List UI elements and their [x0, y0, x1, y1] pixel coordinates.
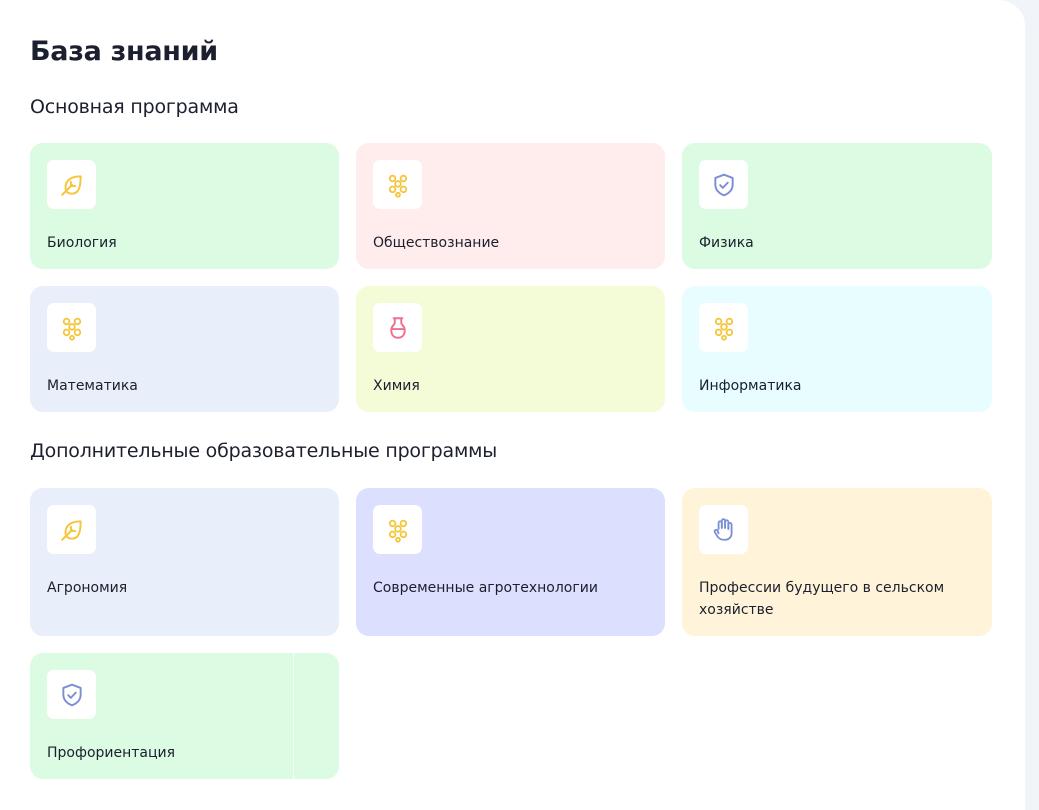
card-label: Химия [373, 378, 420, 394]
shield-check-icon [47, 670, 96, 719]
flask-icon [373, 303, 422, 352]
additional-program-grid: Агрономия Современные агротехнологии Про… [30, 488, 992, 779]
hand-icon [699, 505, 748, 554]
card-label: Современные агротехнологии [373, 580, 598, 596]
card-math[interactable]: Математика [30, 286, 339, 412]
card-divider [293, 653, 294, 779]
leaf-icon [47, 505, 96, 554]
molecule-icon [47, 303, 96, 352]
card-social-studies[interactable]: Обществознание [356, 143, 665, 269]
card-label: Агрономия [47, 580, 128, 596]
section-title-main: Основная программа [30, 96, 239, 118]
card-agronomy[interactable]: Агрономия [30, 488, 339, 636]
knowledge-base-panel: База знаний Основная программа Биология … [0, 0, 1025, 810]
card-label: Информатика [699, 378, 802, 394]
page-title: База знаний [30, 36, 218, 67]
section-title-additional: Дополнительные образовательные программы [30, 440, 498, 462]
card-label: Профессии будущего в сельском хозяйстве [699, 580, 945, 618]
card-biology[interactable]: Биология [30, 143, 339, 269]
card-label: Биология [47, 235, 117, 251]
card-chemistry[interactable]: Химия [356, 286, 665, 412]
leaf-icon [47, 160, 96, 209]
card-modern-agrotech[interactable]: Современные агротехнологии [356, 488, 665, 636]
card-label: Математика [47, 378, 138, 394]
main-program-grid: Биология Обществознание Физика Математик… [30, 143, 992, 412]
shield-check-icon [699, 160, 748, 209]
molecule-icon [373, 505, 422, 554]
card-physics[interactable]: Физика [682, 143, 992, 269]
card-future-professions[interactable]: Профессии будущего в сельском хозяйстве [682, 488, 992, 636]
card-career-guidance[interactable]: Профориентация [30, 653, 339, 779]
molecule-icon [373, 160, 422, 209]
card-informatics[interactable]: Информатика [682, 286, 992, 412]
card-label: Физика [699, 235, 754, 251]
molecule-icon [699, 303, 748, 352]
card-label: Профориентация [47, 745, 176, 761]
card-label: Обществознание [373, 235, 500, 251]
